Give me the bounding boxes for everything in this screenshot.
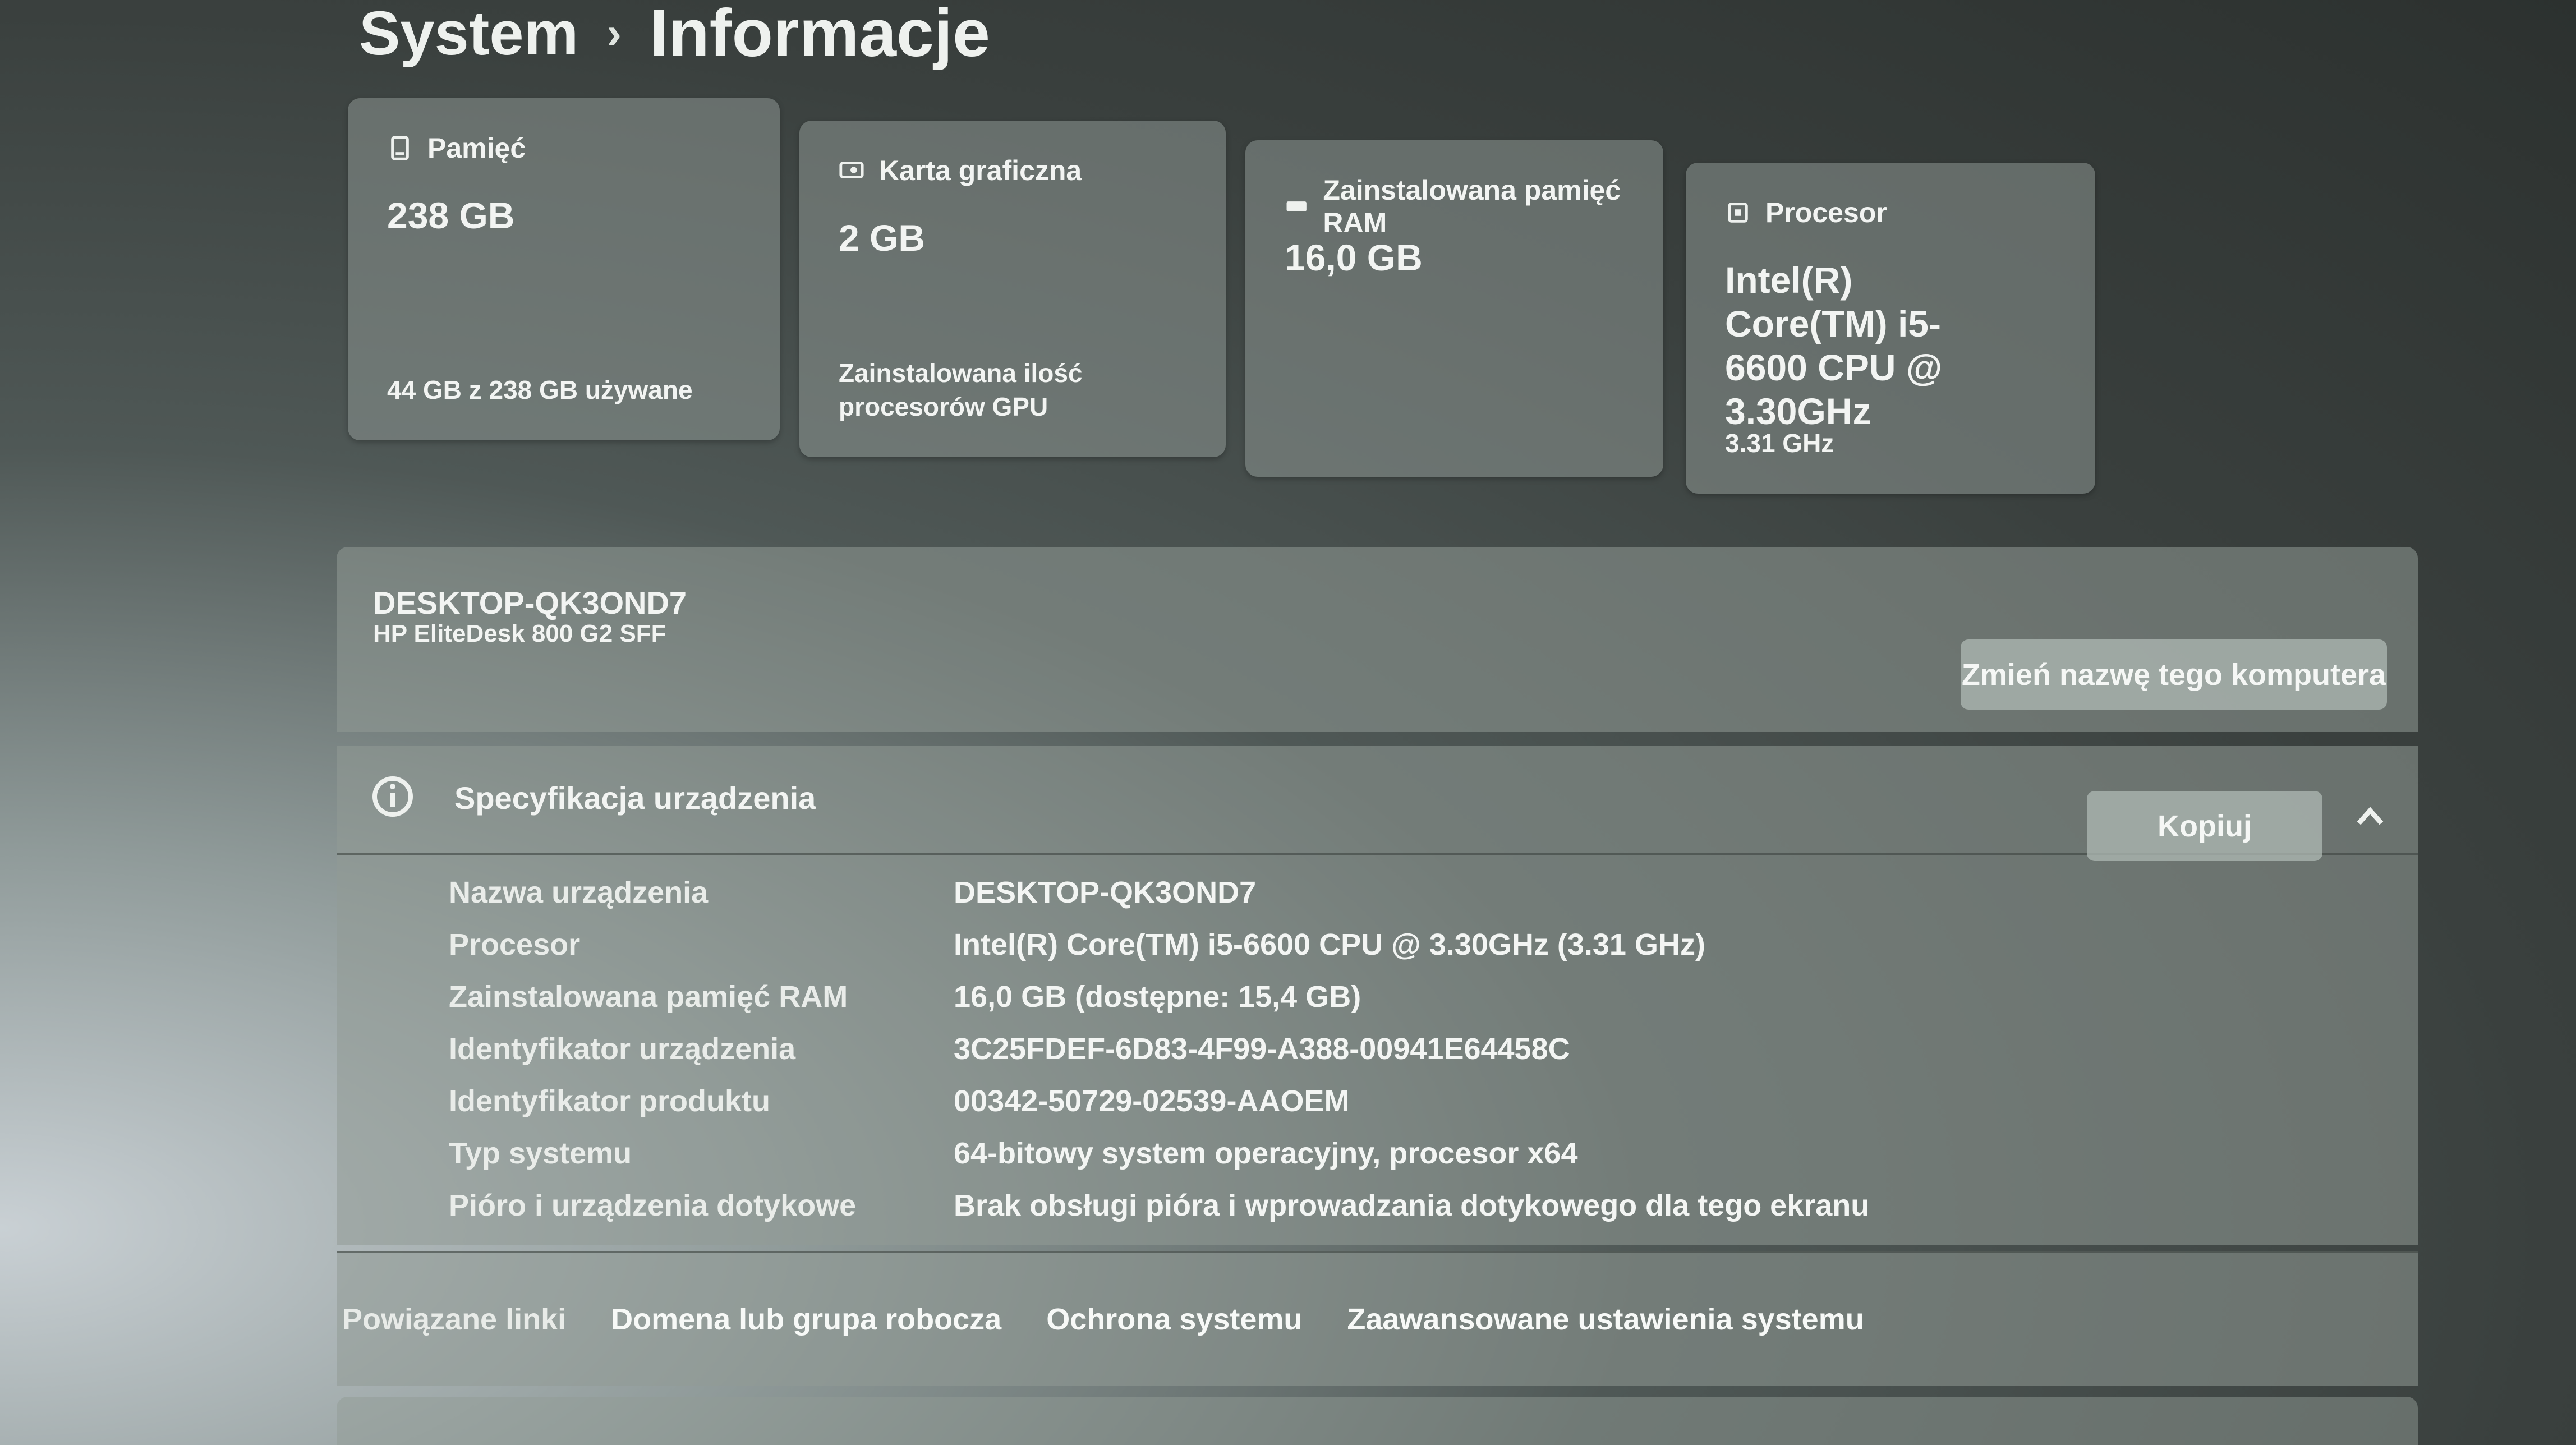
device-name: DESKTOP-QK3OND7 <box>373 585 687 620</box>
spec-key: Pióro i urządzenia dotykowe <box>449 1189 857 1222</box>
card-label: Zainstalowana pamięć RAM <box>1323 174 1621 238</box>
spec-value: 00342-50729-02539-AAOEM <box>954 1084 1350 1118</box>
breadcrumb: System › Informacje <box>359 0 990 72</box>
spec-value: 3C25FDEF-6D83-4F99-A388-00941E64458C <box>954 1032 1570 1066</box>
copy-button[interactable]: Kopiuj <box>2087 791 2322 861</box>
gpu-card-icon <box>839 162 864 178</box>
card-footer: Zainstalowana ilość procesorów GPU <box>839 358 1083 421</box>
device-specs-panel: Specyfikacja urządzenia Kopiuj Nazwa urz… <box>337 746 2418 1245</box>
related-links: Powiązane linki Domena lub grupa robocza… <box>337 1251 2418 1386</box>
device-model: HP EliteDesk 800 G2 SFF <box>373 620 666 647</box>
card-label: Procesor <box>1765 197 1887 228</box>
link-system-protection[interactable]: Ochrona systemu <box>1046 1302 1302 1337</box>
device-specs-title: Specyfikacja urządzenia <box>454 780 816 816</box>
graphics-card[interactable]: Karta graficzna 2 GB Zainstalowana ilość… <box>799 121 1226 457</box>
storage-icon <box>391 136 409 160</box>
ram-card[interactable]: Zainstalowana pamięć RAM 16,0 GB <box>1245 140 1663 477</box>
page-title: Informacje <box>649 0 990 71</box>
related-links-label: Powiązane linki <box>342 1303 567 1336</box>
storage-card[interactable]: Pamięć 238 GB 44 GB z 238 GB używane <box>348 98 780 440</box>
processor-card[interactable]: Procesor Intel(R) Core(TM) i5-6600 CPU @… <box>1686 163 2095 494</box>
spec-value: DESKTOP-QK3OND7 <box>954 876 1257 909</box>
card-value: 16,0 GB <box>1285 237 1423 278</box>
spec-value: Intel(R) Core(TM) i5-6600 CPU @ 3.30GHz … <box>954 928 1705 961</box>
spec-value: 16,0 GB (dostępne: 15,4 GB) <box>954 980 1361 1014</box>
rename-computer-button[interactable]: Zmień nazwę tego komputera <box>1961 639 2387 710</box>
card-footer: 3.31 GHz <box>1725 429 1834 458</box>
card-footer: 44 GB z 238 GB używane <box>387 375 693 404</box>
card-value: Intel(R) Core(TM) i5-6600 CPU @ 3.30GHz <box>1725 259 1943 432</box>
chevron-right-icon: › <box>606 8 622 58</box>
spec-key: Procesor <box>449 928 581 961</box>
spec-value: 64-bitowy system operacyjny, procesor x6… <box>954 1136 1578 1170</box>
card-header: Zainstalowana pamięć RAM <box>1285 174 1663 239</box>
spec-key: Identyfikator urządzenia <box>449 1032 796 1066</box>
settings-window: System › Informacje Pamięć 238 GB 44 GB … <box>0 0 2576 1445</box>
spec-key: Typ systemu <box>449 1136 632 1170</box>
device-header: DESKTOP-QK3OND7 HP EliteDesk 800 G2 SFF … <box>337 547 2418 732</box>
next-section-panel <box>337 1397 2418 1445</box>
card-value: 2 GB <box>839 217 926 259</box>
spec-value: Brak obsługi pióra i wprowadzania dotyko… <box>954 1189 1870 1222</box>
card-label: Karta graficzna <box>879 155 1082 186</box>
link-domain-workgroup[interactable]: Domena lub grupa robocza <box>611 1302 1001 1337</box>
spec-key: Nazwa urządzenia <box>449 876 709 909</box>
info-icon <box>372 776 413 817</box>
card-header: Procesor <box>1725 196 1887 229</box>
card-header: Karta graficzna <box>839 154 1082 187</box>
chevron-up-icon[interactable] <box>2356 805 2384 827</box>
card-label: Pamięć <box>427 132 526 164</box>
spec-key: Identyfikator produktu <box>449 1084 771 1118</box>
breadcrumb-parent[interactable]: System <box>359 0 578 69</box>
ram-icon <box>1286 201 1307 211</box>
device-specs-header[interactable]: Specyfikacja urządzenia Kopiuj <box>337 746 2418 861</box>
link-advanced-system-settings[interactable]: Zaawansowane ustawienia systemu <box>1347 1302 1864 1337</box>
spec-key: Zainstalowana pamięć RAM <box>449 980 848 1014</box>
processor-icon <box>1728 203 1748 223</box>
card-header: Pamięć <box>387 132 526 164</box>
card-value: 238 GB <box>387 195 515 236</box>
